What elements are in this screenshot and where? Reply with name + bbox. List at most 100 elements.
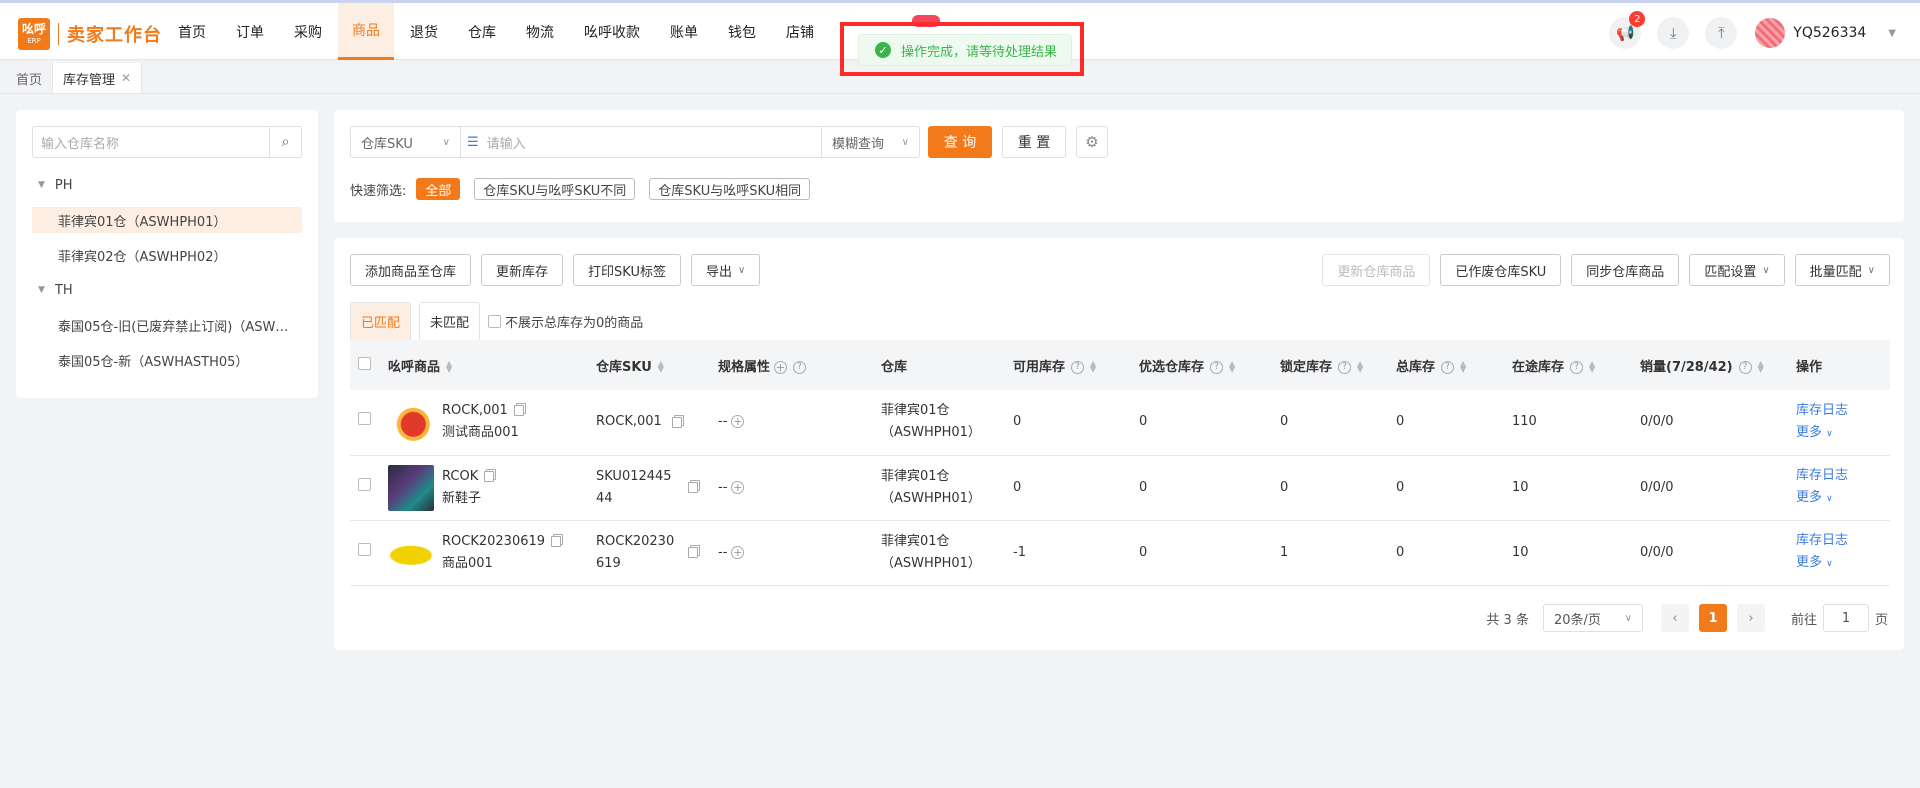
tree-group[interactable]: ▼ PH [32, 172, 302, 198]
help-icon[interactable]: ? [1338, 360, 1352, 374]
copy-icon[interactable] [671, 416, 682, 428]
chevron-down-icon[interactable]: ▼ [1888, 28, 1896, 39]
help-icon[interactable]: ? [1210, 360, 1224, 374]
sort-icon[interactable]: ▲ ▼ [1090, 360, 1096, 374]
preferred-stock[interactable]: 0 [1131, 390, 1272, 456]
update-warehouse-product-button[interactable]: 更新仓库商品 [1322, 254, 1431, 286]
sort-icon[interactable]: ▲ ▼ [1589, 360, 1595, 374]
match-mode-select[interactable]: 模糊查询 ∨ [822, 126, 920, 158]
select-all-checkbox[interactable] [358, 356, 371, 370]
col-in-transit[interactable]: 在途库存? ▲ ▼ [1504, 340, 1632, 390]
page-size-select[interactable]: 20条/页 ∨ [1542, 604, 1643, 632]
app-logo[interactable]: 吆呼 ERP 卖家工作台 [18, 17, 162, 51]
tree-item[interactable]: 泰国05仓-新（ASWHASTH05） [32, 347, 302, 373]
sort-icon[interactable]: ▲ ▼ [1758, 360, 1764, 374]
col-sales[interactable]: 销量(7/28/42)? ▲ ▼ [1632, 340, 1788, 390]
add-circle-icon[interactable]: + [731, 480, 745, 494]
nav-item-7[interactable]: 吆呼收款 [570, 3, 654, 60]
col-available[interactable]: 可用库存? ▲ ▼ [1005, 340, 1131, 390]
tree-item[interactable]: 泰国05仓-旧(已废弃禁止订阅)（ASWHASTH05） [32, 312, 302, 338]
sync-warehouse-product-button[interactable]: 同步仓库商品 [1571, 254, 1680, 286]
preferred-stock[interactable]: 0 [1131, 520, 1272, 586]
col-total[interactable]: 总库存? ▲ ▼ [1388, 340, 1504, 390]
voided-sku-button[interactable]: 已作废仓库SKU [1440, 254, 1562, 286]
copy-icon[interactable] [513, 405, 524, 417]
more-actions[interactable]: 更多 ∨ [1796, 422, 1882, 445]
sort-icon[interactable]: ▲ ▼ [658, 360, 664, 374]
upload-button[interactable]: ⤒ [1705, 17, 1738, 49]
warehouse-search-input[interactable]: 输入仓库名称 [33, 127, 269, 157]
search-field-select[interactable]: 仓库SKU ∨ [350, 126, 460, 158]
preferred-stock[interactable]: 0 [1131, 455, 1272, 521]
help-icon[interactable]: ? [1071, 360, 1085, 374]
add-circle-icon[interactable]: + [731, 415, 745, 429]
help-icon[interactable]: ? [1738, 360, 1752, 374]
hide-zero-checkbox[interactable] [488, 314, 502, 328]
add-circle-icon[interactable]: + [731, 545, 745, 559]
goto-page-input[interactable]: 1 [1822, 604, 1869, 632]
add-circle-icon[interactable]: + [774, 360, 788, 374]
tree-item[interactable]: 菲律宾02仓（ASWHPH02） [32, 242, 302, 268]
col-locked[interactable]: 锁定库存? ▲ ▼ [1272, 340, 1388, 390]
nav-item-2[interactable]: 采购 [280, 3, 336, 60]
col-product[interactable]: 吆呼商品 ▲ ▼ [380, 340, 588, 390]
caret-down-icon[interactable]: ▼ [38, 180, 45, 190]
col-warehouse-sku[interactable]: 仓库SKU ▲ ▼ [588, 340, 710, 390]
reset-button[interactable]: 重 置 [1002, 126, 1066, 158]
copy-icon[interactable] [484, 470, 495, 482]
help-icon[interactable]: ? [1570, 360, 1584, 374]
nav-item-0[interactable]: 首页 [164, 3, 220, 60]
close-icon[interactable]: ✕ [121, 71, 131, 85]
search-input[interactable]: ☰ 请输入 [460, 126, 822, 158]
tab-home[interactable]: 首页 [6, 63, 54, 93]
warehouse-search-button[interactable]: ⌕ [269, 127, 301, 157]
hide-zero-stock-option[interactable]: 不展示总库存为0的商品 [488, 312, 643, 331]
copy-icon[interactable] [551, 535, 562, 547]
more-actions[interactable]: 更多 ∨ [1796, 487, 1882, 510]
tab-unmatched[interactable]: 未匹配 [419, 302, 481, 340]
help-icon[interactable]: ? [793, 360, 807, 374]
row-checkbox[interactable] [358, 412, 371, 426]
help-icon[interactable]: ? [1441, 360, 1455, 374]
chip-sku-different[interactable]: 仓库SKU与吆呼SKU不同 [474, 178, 636, 200]
announcement-button[interactable]: 📢 2 [1609, 11, 1646, 49]
chip-all[interactable]: 全部 [416, 178, 461, 200]
add-product-button[interactable]: 添加商品至仓库 [350, 254, 472, 286]
nav-item-8[interactable]: 账单 [656, 3, 712, 60]
row-checkbox[interactable] [358, 477, 371, 491]
tab-inventory[interactable]: 库存管理 ✕ [53, 63, 143, 93]
sort-icon[interactable]: ▲ ▼ [1460, 360, 1466, 374]
row-checkbox[interactable] [358, 542, 371, 556]
list-icon[interactable]: ☰ [467, 135, 479, 150]
nav-item-1[interactable]: 订单 [222, 3, 278, 60]
export-button[interactable]: 导出 ∨ [690, 254, 761, 286]
settings-button[interactable]: ⚙ [1076, 126, 1108, 158]
more-actions[interactable]: 更多 ∨ [1796, 552, 1882, 575]
nav-item-3[interactable]: 商品 [338, 3, 394, 60]
sort-icon[interactable]: ▲ ▼ [446, 360, 452, 374]
tree-item[interactable]: 菲律宾01仓（ASWHPH01） [32, 207, 302, 233]
prev-page-button[interactable]: ‹ [1660, 604, 1689, 632]
sort-icon[interactable]: ▲ ▼ [1229, 360, 1235, 374]
stock-log-link[interactable]: 库存日志 [1796, 530, 1882, 552]
avatar[interactable] [1755, 18, 1786, 48]
update-stock-button[interactable]: 更新库存 [481, 254, 564, 286]
product-thumbnail[interactable] [388, 464, 434, 511]
nav-item-9[interactable]: 钱包 [714, 3, 770, 60]
product-thumbnail[interactable] [388, 399, 434, 446]
username[interactable]: YQ526334 [1793, 25, 1866, 41]
col-preferred[interactable]: 优选仓库存? ▲ ▼ [1131, 340, 1272, 390]
print-sku-label-button[interactable]: 打印SKU标签 [573, 254, 681, 286]
nav-item-4[interactable]: 退货 [396, 3, 452, 60]
stock-log-link[interactable]: 库存日志 [1796, 465, 1882, 487]
tree-group[interactable]: ▼ TH [32, 277, 302, 303]
copy-icon[interactable] [688, 547, 698, 558]
product-thumbnail[interactable] [388, 529, 434, 576]
query-button[interactable]: 查 询 [928, 126, 992, 158]
match-settings-button[interactable]: 匹配设置 ∨ [1689, 254, 1785, 286]
stock-log-link[interactable]: 库存日志 [1796, 400, 1882, 422]
nav-item-5[interactable]: 仓库 [454, 3, 510, 60]
copy-icon[interactable] [688, 482, 698, 493]
nav-item-6[interactable]: 物流 [512, 3, 568, 60]
chip-sku-same[interactable]: 仓库SKU与吆呼SKU相同 [649, 178, 811, 200]
